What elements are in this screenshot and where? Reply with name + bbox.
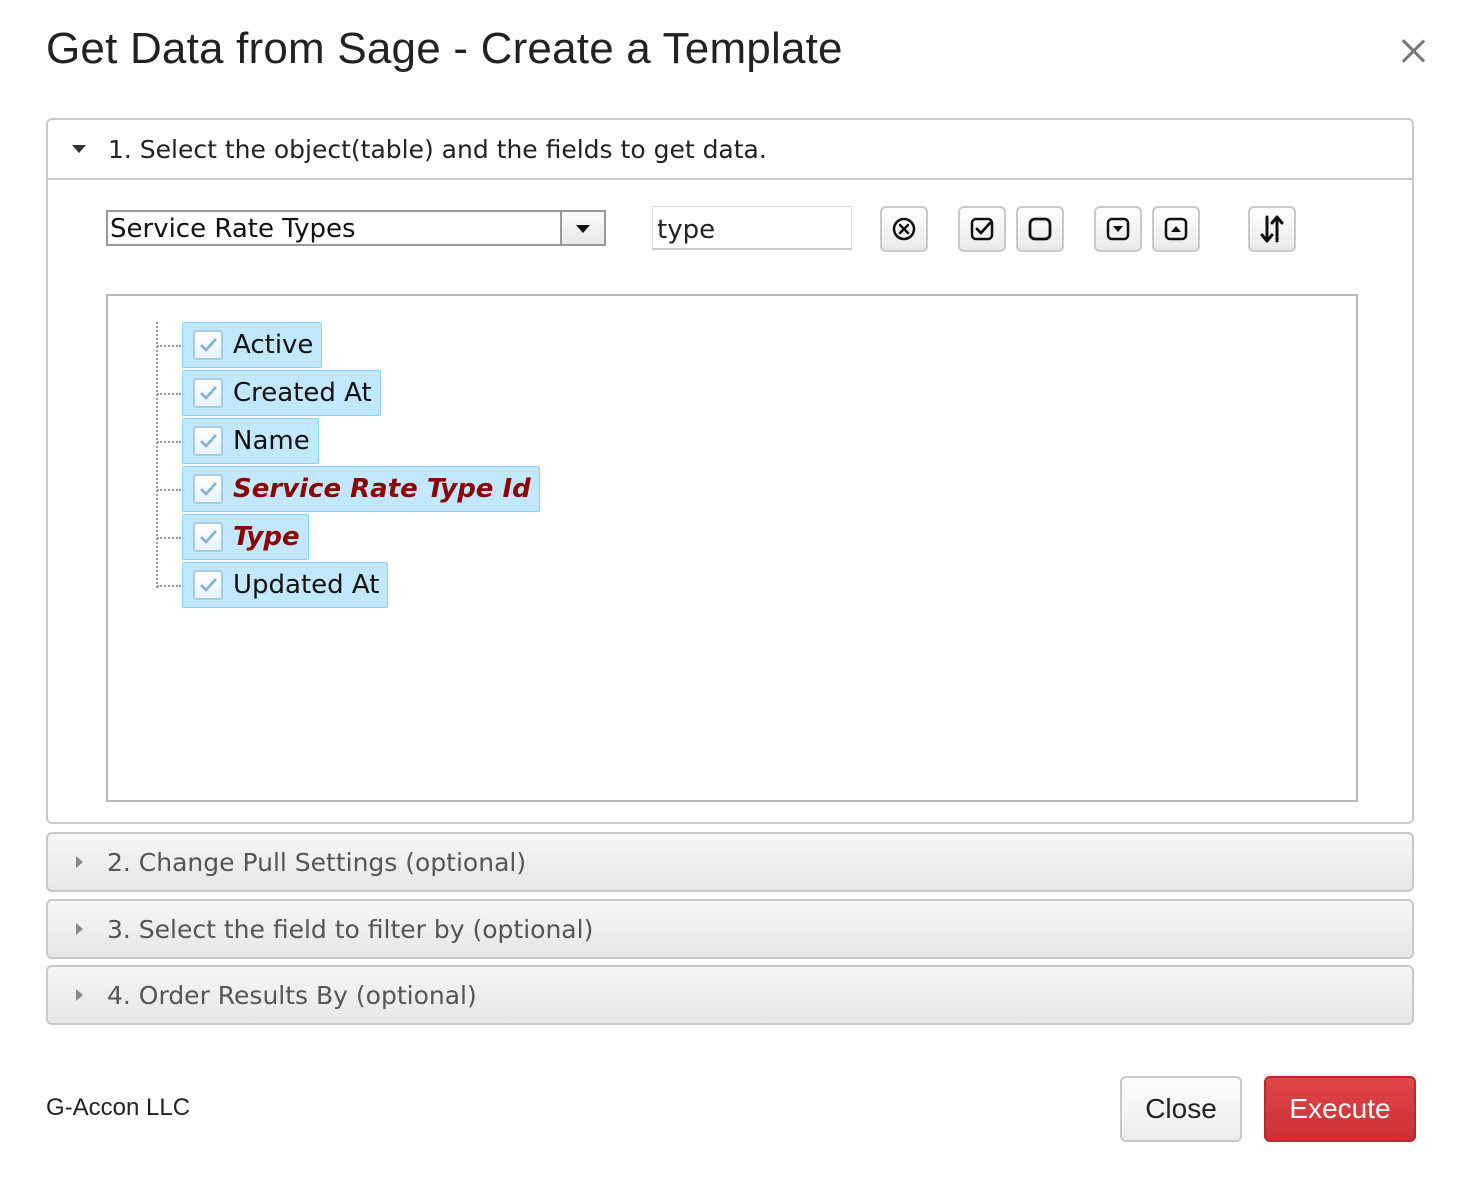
field-label: Name bbox=[233, 426, 310, 456]
close-button[interactable]: Close bbox=[1120, 1076, 1242, 1142]
field-node-updated-at[interactable]: Updated At bbox=[156, 562, 389, 608]
section-select-object: 1. Select the object(table) and the fiel… bbox=[46, 118, 1414, 824]
field-label-key: Type bbox=[233, 522, 300, 552]
field-label: Updated At bbox=[233, 570, 380, 600]
field-search-input[interactable] bbox=[652, 206, 852, 250]
checkbox-checked-icon[interactable] bbox=[193, 378, 223, 408]
tree-connector bbox=[156, 322, 158, 588]
expand-all-button[interactable] bbox=[1094, 206, 1142, 252]
caret-down-icon bbox=[72, 145, 86, 153]
section-3-header[interactable]: 3. Select the field to filter by (option… bbox=[46, 899, 1414, 959]
section-3-title: 3. Select the field to filter by (option… bbox=[107, 914, 594, 944]
field-node-type[interactable]: Type bbox=[157, 514, 309, 560]
clear-search-button[interactable] bbox=[880, 206, 928, 252]
object-select-value: Service Rate Types bbox=[110, 214, 356, 244]
collapse-icon bbox=[1164, 217, 1188, 241]
caret-right-icon bbox=[76, 856, 83, 868]
close-icon[interactable] bbox=[1396, 34, 1430, 68]
uncheck-all-button[interactable] bbox=[1016, 206, 1064, 252]
field-label: Active bbox=[233, 330, 314, 360]
expand-icon bbox=[1106, 217, 1130, 241]
section-4-header[interactable]: 4. Order Results By (optional) bbox=[46, 965, 1414, 1025]
field-node-active[interactable]: Active bbox=[156, 322, 323, 368]
section-2-title: 2. Change Pull Settings (optional) bbox=[107, 847, 527, 877]
field-tree: Active Created At Name Service Rate Type… bbox=[106, 294, 1358, 802]
checkbox-checked-icon[interactable] bbox=[193, 570, 223, 600]
chevron-down-icon[interactable] bbox=[560, 212, 604, 244]
section-1-header[interactable]: 1. Select the object(table) and the fiel… bbox=[48, 120, 1412, 180]
field-node-name[interactable]: Name bbox=[157, 418, 319, 464]
field-label: Created At bbox=[233, 378, 372, 408]
checkbox-checked-icon[interactable] bbox=[193, 330, 223, 360]
checkbox-checked-icon[interactable] bbox=[193, 522, 223, 552]
check-all-icon bbox=[970, 217, 994, 241]
sort-icon bbox=[1260, 215, 1284, 243]
checkbox-checked-icon[interactable] bbox=[193, 426, 223, 456]
field-toolbar: Service Rate Types bbox=[48, 180, 1412, 290]
dialog-title: Get Data from Sage - Create a Template bbox=[46, 24, 843, 73]
sort-button[interactable] bbox=[1248, 206, 1296, 252]
checkbox-checked-icon[interactable] bbox=[193, 474, 223, 504]
execute-button[interactable]: Execute bbox=[1264, 1076, 1416, 1142]
field-node-service-rate-type-id[interactable]: Service Rate Type Id bbox=[157, 466, 540, 512]
section-1-title: 1. Select the object(table) and the fiel… bbox=[108, 134, 767, 164]
collapse-all-button[interactable] bbox=[1152, 206, 1200, 252]
object-select[interactable]: Service Rate Types bbox=[106, 210, 606, 246]
field-node-created-at[interactable]: Created At bbox=[157, 370, 381, 416]
caret-right-icon bbox=[76, 989, 83, 1001]
check-all-button[interactable] bbox=[958, 206, 1006, 252]
brand-label: G-Accon LLC bbox=[46, 1094, 191, 1121]
field-label-key: Service Rate Type Id bbox=[233, 474, 531, 504]
uncheck-all-icon bbox=[1028, 217, 1052, 241]
clear-search-icon bbox=[892, 217, 916, 241]
caret-right-icon bbox=[76, 923, 83, 935]
section-2-header[interactable]: 2. Change Pull Settings (optional) bbox=[46, 832, 1414, 892]
section-4-title: 4. Order Results By (optional) bbox=[107, 980, 477, 1010]
